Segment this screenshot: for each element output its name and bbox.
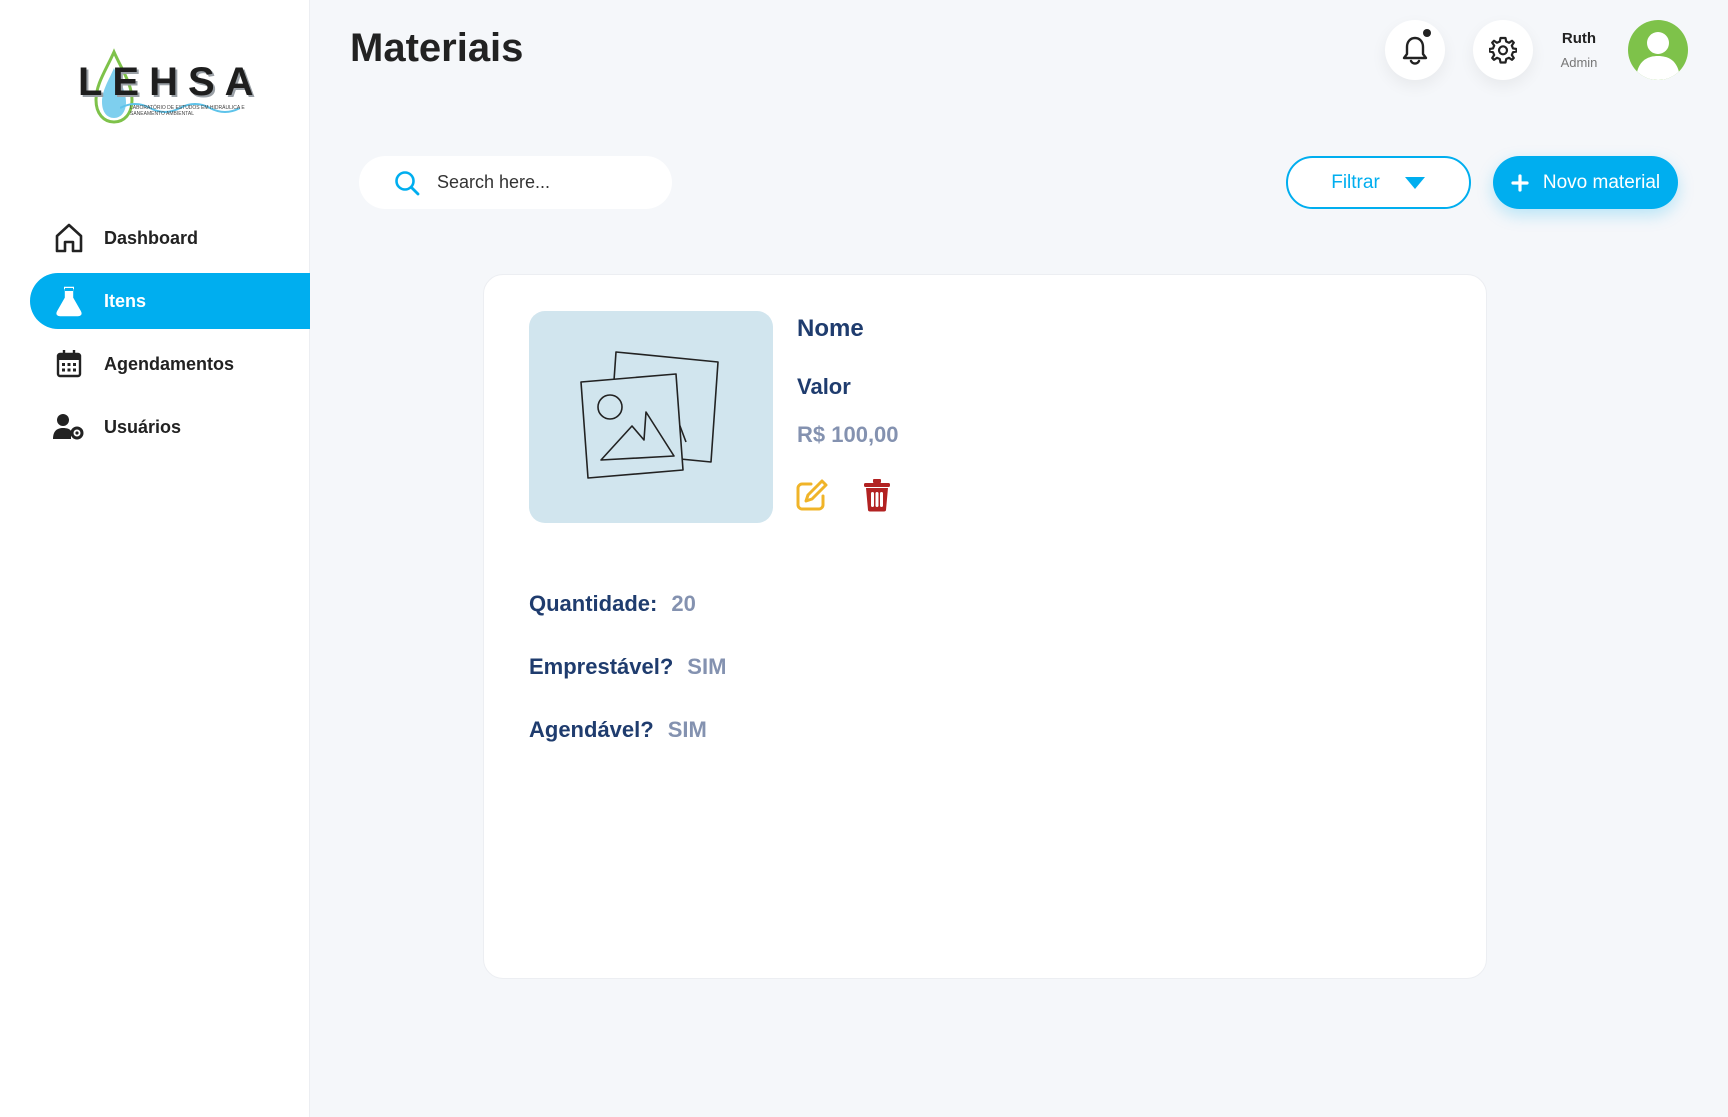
search-bar — [359, 156, 672, 209]
sidebar-item-usuarios[interactable]: Usuários — [30, 399, 310, 455]
sidebar-item-label: Dashboard — [104, 227, 199, 248]
gear-icon — [1489, 36, 1517, 64]
new-material-button[interactable]: Novo material — [1493, 156, 1678, 209]
search-icon[interactable] — [393, 169, 421, 197]
caret-down-icon — [1404, 176, 1425, 189]
sidebar-item-dashboard[interactable]: Dashboard — [30, 210, 310, 266]
material-card: Nome Valor R$ 100,00 Quantidade: 20 Empre… — [483, 274, 1487, 979]
logo-subtitle: LABORATÓRIO DE ESTUDOS EM HIDRÁULICA E S… — [130, 105, 245, 117]
sidebar-item-label: Agendamentos — [104, 353, 235, 374]
material-image-placeholder — [529, 311, 773, 523]
page-title: Materiais — [350, 26, 524, 70]
notifications-button[interactable] — [1385, 20, 1445, 80]
user-name: Ruth — [1561, 30, 1597, 47]
settings-button[interactable] — [1473, 20, 1533, 80]
field-label: Quantidade: — [529, 591, 658, 616]
sidebar-item-agendamentos[interactable]: Agendamentos — [30, 336, 310, 392]
material-price: R$ 100,00 — [797, 422, 899, 447]
user-role: Admin — [1560, 55, 1598, 70]
field-value: SIM — [687, 654, 727, 679]
material-valor-label: Valor — [797, 374, 851, 399]
filter-button-label: Filtrar — [1331, 171, 1380, 193]
material-name-label: Nome — [797, 315, 864, 342]
new-material-button-label: Novo material — [1542, 171, 1661, 193]
plus-icon — [1511, 173, 1529, 192]
sidebar-item-label: Itens — [104, 290, 147, 311]
user-gear-icon — [52, 410, 86, 444]
field-value: SIM — [667, 717, 707, 742]
loanable-field: Emprestável? SIM — [529, 654, 726, 680]
edit-icon[interactable] — [795, 478, 829, 512]
user-avatar-icon — [1637, 32, 1679, 80]
app-logo[interactable]: LEHSA LABORATÓRIO DE ESTUDOS EM HIDRÁULI… — [74, 48, 254, 130]
image-placeholder-icon — [580, 351, 719, 479]
field-value: 20 — [671, 591, 696, 616]
field-label: Emprestável? — [529, 654, 674, 679]
notification-dot — [1423, 29, 1431, 37]
search-input[interactable] — [437, 172, 657, 193]
avatar[interactable] — [1628, 20, 1688, 80]
flask-icon — [52, 284, 86, 318]
home-icon — [52, 221, 86, 255]
logo-text: LEHSA — [78, 60, 264, 104]
filter-button[interactable]: Filtrar — [1286, 156, 1471, 209]
bell-icon — [1402, 36, 1428, 65]
schedulable-field: Agendável? SIM — [529, 717, 707, 743]
trash-icon[interactable] — [862, 478, 892, 512]
calendar-icon — [52, 347, 86, 381]
quantity-field: Quantidade: 20 — [529, 591, 696, 617]
field-label: Agendável? — [529, 717, 654, 742]
sidebar-nav: Dashboard Itens Agendamentos Usuários — [30, 210, 310, 462]
sidebar: LEHSA LABORATÓRIO DE ESTUDOS EM HIDRÁULI… — [0, 0, 310, 1117]
sidebar-item-itens[interactable]: Itens — [30, 273, 310, 329]
sidebar-item-label: Usuários — [104, 416, 182, 437]
